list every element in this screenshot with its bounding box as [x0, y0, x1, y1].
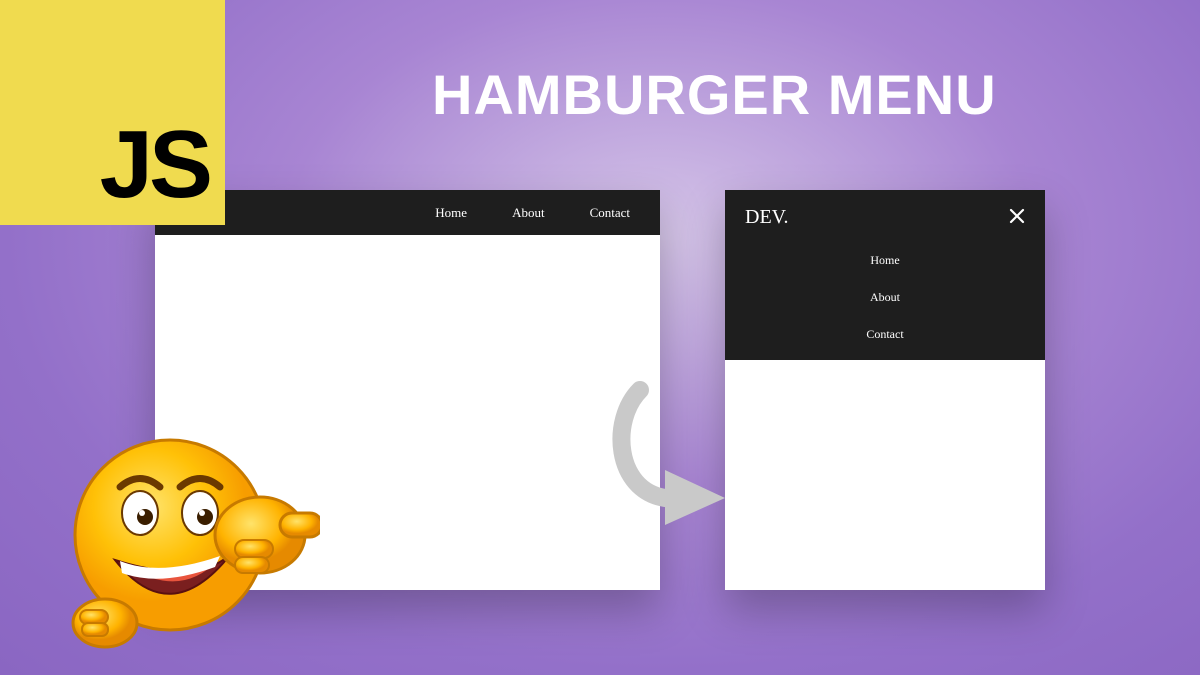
nav-link-home[interactable]: Home — [435, 205, 467, 221]
desktop-navbar: V. Home About Contact — [155, 190, 660, 235]
nav-link-about[interactable]: About — [512, 205, 545, 221]
mobile-link-contact[interactable]: Contact — [866, 327, 903, 342]
brand-logo: DEV. — [745, 206, 789, 229]
mobile-navbar: DEV. Home About Contact — [725, 190, 1045, 360]
mobile-nav-window: DEV. Home About Contact — [725, 190, 1045, 590]
mobile-nav-header: DEV. — [745, 206, 1025, 229]
page-title: HAMBURGER MENU — [432, 62, 997, 127]
mobile-nav-links: Home About Contact — [745, 253, 1025, 342]
pointing-emoji-icon — [60, 405, 320, 665]
mobile-link-about[interactable]: About — [870, 290, 900, 305]
js-badge-label: JS — [100, 117, 209, 213]
nav-link-contact[interactable]: Contact — [590, 205, 630, 221]
mobile-link-home[interactable]: Home — [870, 253, 899, 268]
js-badge: JS — [0, 0, 225, 225]
close-icon[interactable] — [1009, 208, 1025, 228]
